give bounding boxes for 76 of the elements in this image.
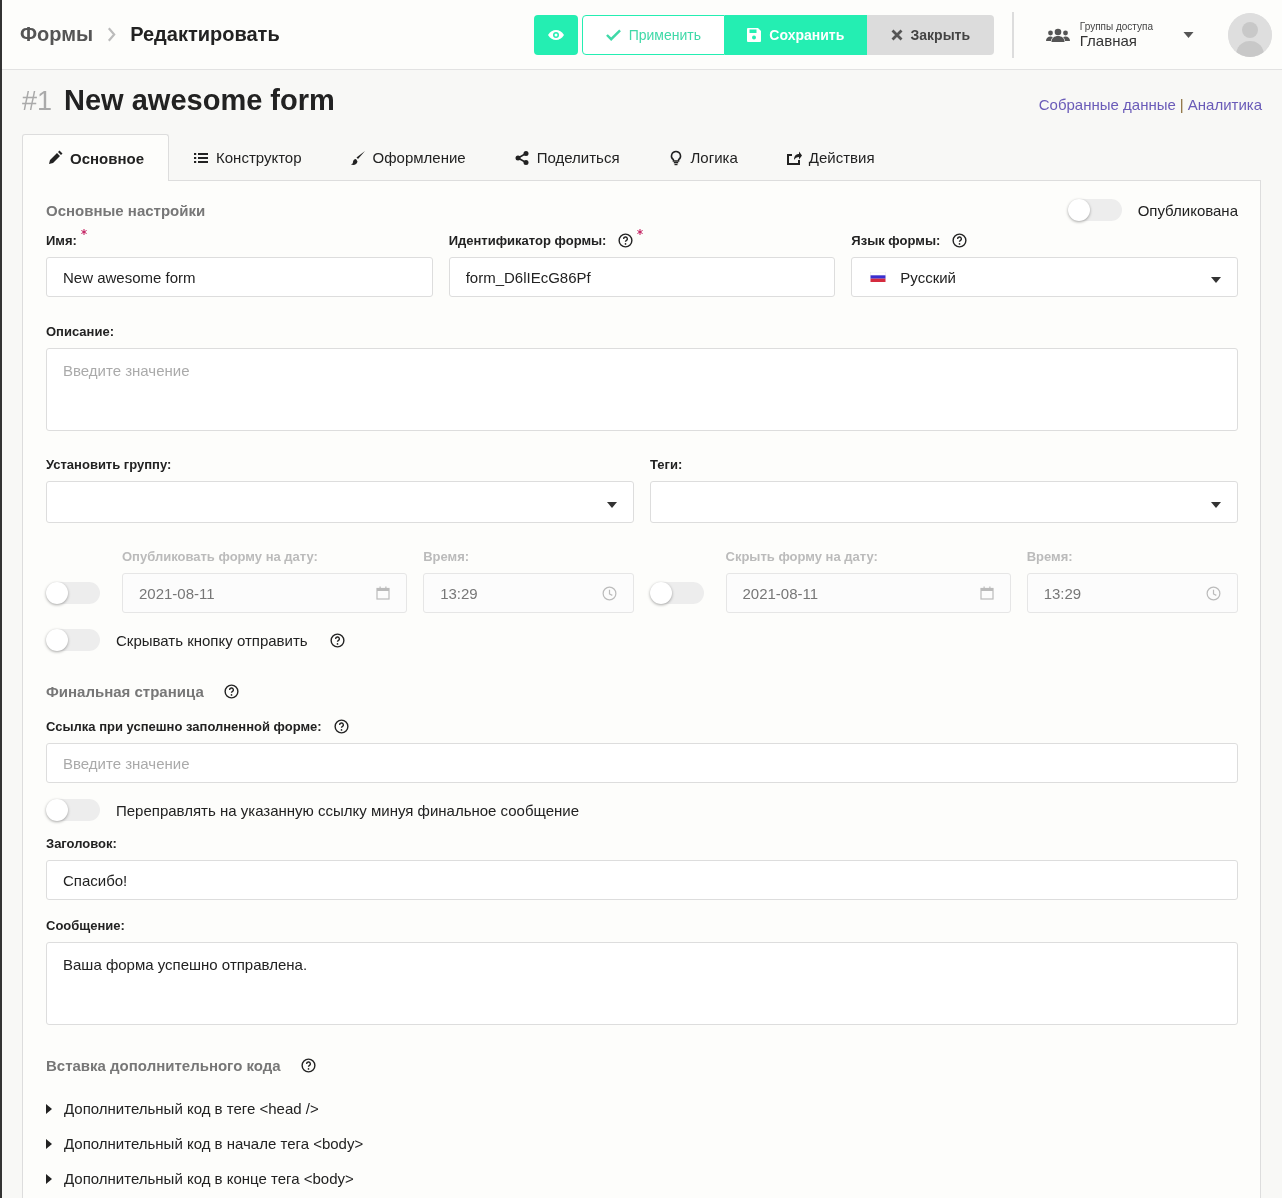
collapsible-item[interactable]: Дополнительный код в теге <head /> (46, 1100, 319, 1117)
breadcrumb-item: Редактировать (130, 23, 280, 46)
pencil-icon (47, 150, 63, 166)
access-group-caption: Группы доступа (1079, 20, 1153, 32)
tags-select[interactable] (650, 481, 1238, 523)
form-title: New awesome form (64, 84, 335, 117)
language-select[interactable]: Русский (851, 257, 1238, 297)
dropdown-caret-icon (1211, 501, 1221, 508)
preview-button[interactable] (533, 14, 578, 55)
help-icon[interactable] (618, 233, 634, 248)
flag-icon (868, 272, 889, 282)
field-label: Описание: (46, 324, 114, 339)
field-label: Идентификатор формы: (448, 233, 607, 248)
tab[interactable]: Логика (643, 134, 762, 180)
help-icon[interactable] (329, 632, 345, 648)
clock-icon (601, 585, 617, 601)
brush-icon (349, 149, 366, 166)
calendar-icon (376, 586, 391, 600)
chevron-right-icon (107, 27, 117, 42)
header-link[interactable]: Аналитика (1187, 96, 1262, 113)
field-label: Заголовок: (46, 836, 117, 851)
input-field[interactable]: New awesome form (46, 257, 433, 297)
form-number: #1 (22, 86, 53, 117)
input-field[interactable]: Спасибо! (46, 860, 1238, 900)
dropdown-caret-icon (607, 501, 617, 508)
caret-right-icon (46, 1103, 52, 1114)
caret-right-icon (46, 1173, 52, 1184)
tab[interactable]: Основное (22, 134, 170, 181)
section-title: Основные настройки (46, 201, 206, 219)
section-title: Финальная страница (46, 683, 204, 700)
field-label: Язык формы: (851, 233, 941, 248)
dropdown-caret-icon[interactable] (1183, 31, 1194, 38)
header-link[interactable]: Собранные данные (1038, 96, 1176, 113)
field-label: Время: (1026, 549, 1073, 564)
field-label: Установить группу: (46, 457, 172, 472)
breadcrumb-item[interactable]: Формы (20, 23, 94, 46)
toggle-label: Скрывать кнопку отправить (116, 631, 308, 649)
collapsible-item[interactable]: Дополнительный код в конце тега <body> (46, 1170, 354, 1187)
dropdown-caret-icon (1211, 276, 1221, 283)
clock-icon (1206, 585, 1221, 601)
tab[interactable]: Поделиться (489, 134, 644, 180)
toggle-switch[interactable] (46, 629, 100, 651)
help-icon[interactable] (333, 719, 349, 734)
toggle-switch[interactable] (46, 799, 100, 821)
field-label: Имя: (46, 233, 77, 248)
caret-right-icon (46, 1138, 52, 1149)
help-icon[interactable] (952, 233, 968, 248)
field-label: Теги: (650, 457, 683, 472)
input-field[interactable]: form_D6lIEcG86Pf (448, 257, 836, 297)
field-label: Сообщение: (46, 918, 125, 933)
field-label: Опубликовать форму на дату: (122, 549, 318, 564)
toggle-label: Переправлять на указанную ссылку минуя финальное сообщение (116, 801, 580, 819)
message-textarea[interactable]: Ваша форма успешно отправлена. (46, 942, 1238, 1025)
section-title: Вставка дополнительного кода (46, 1057, 281, 1074)
help-icon[interactable] (223, 684, 239, 699)
field-label: Скрыть форму на дату: (725, 549, 878, 564)
eye-icon (547, 29, 564, 40)
help-icon[interactable] (300, 1058, 316, 1073)
check-icon (605, 28, 621, 41)
close-icon (890, 28, 903, 41)
link-separator: | (1179, 96, 1184, 113)
group-select[interactable] (46, 481, 634, 523)
field-label: Время: (423, 549, 470, 564)
close-button[interactable]: Закрыть (866, 14, 994, 55)
calendar-icon (979, 586, 994, 600)
field-label: Ссылка при успешно заполненной форме: (46, 719, 322, 734)
external-link-icon (785, 149, 802, 166)
toggle-label: Опубликована (1137, 201, 1238, 219)
share-icon (513, 149, 530, 166)
access-group-value[interactable]: Главная (1079, 31, 1153, 49)
users-icon (1045, 27, 1070, 42)
tab[interactable]: Действия (761, 134, 899, 180)
toggle-switch[interactable] (1067, 199, 1122, 221)
tab[interactable]: Конструктор (169, 134, 326, 180)
tab[interactable]: Оформление (325, 134, 490, 180)
collapsible-item[interactable]: Дополнительный код в начале тега <body> (46, 1135, 364, 1152)
